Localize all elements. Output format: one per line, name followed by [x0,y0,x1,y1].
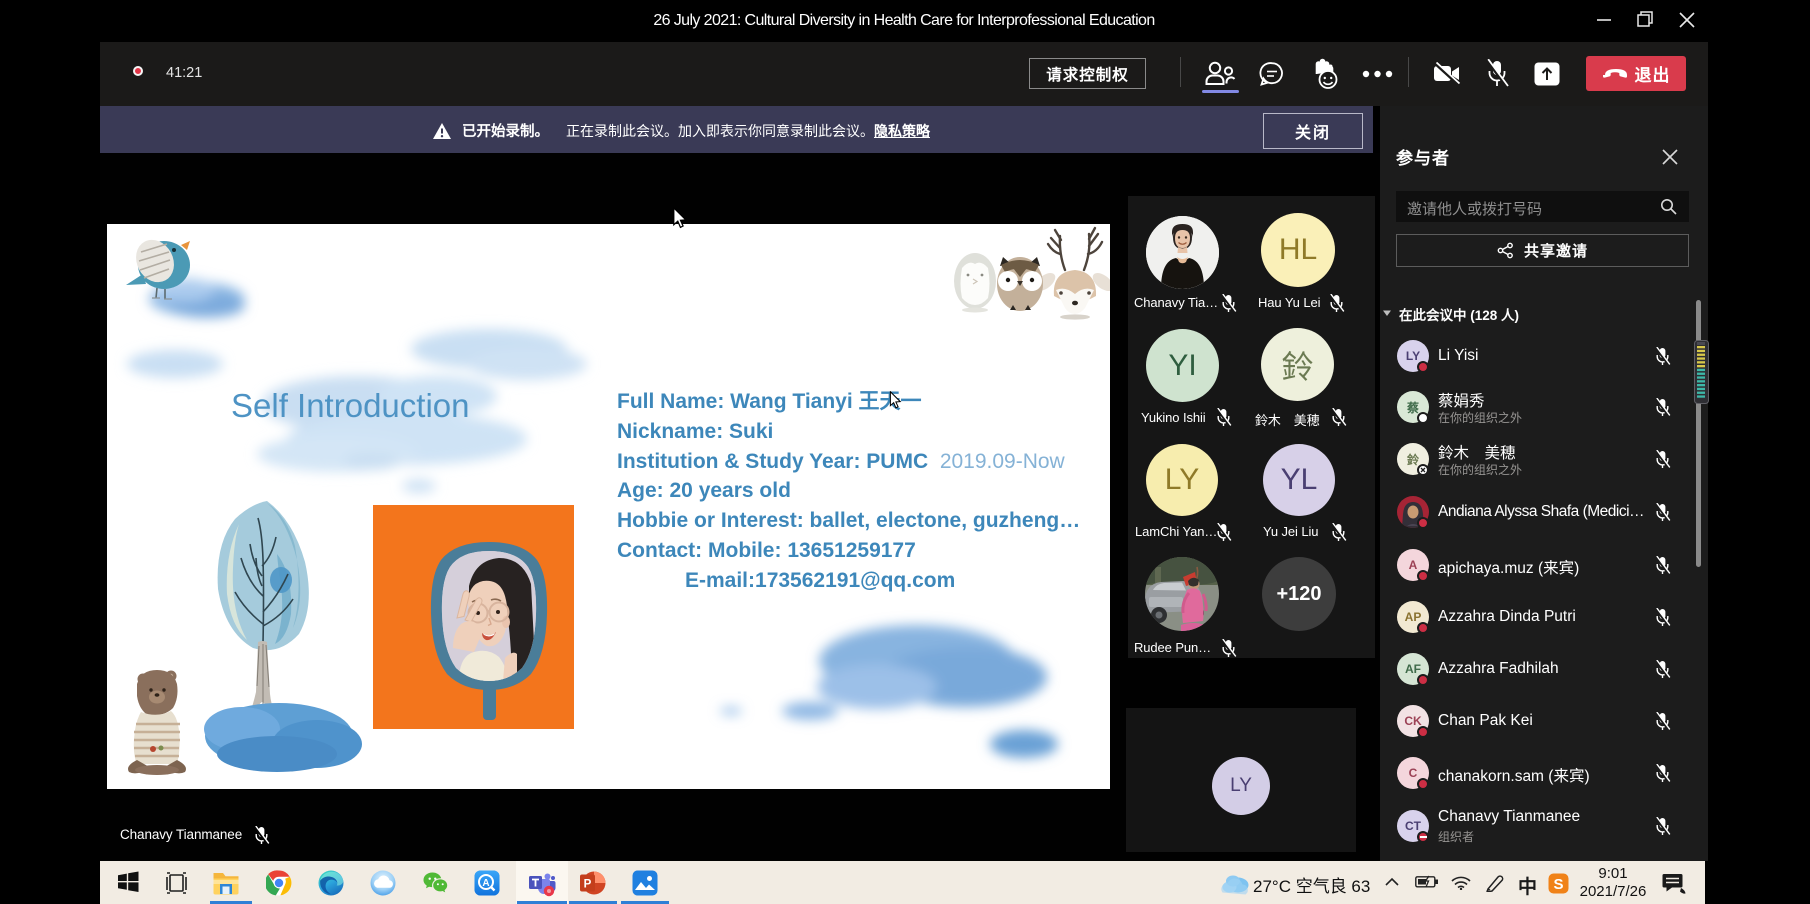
svg-text:P: P [584,879,592,891]
svg-text:S: S [1553,876,1563,893]
svg-text:A: A [482,878,489,889]
